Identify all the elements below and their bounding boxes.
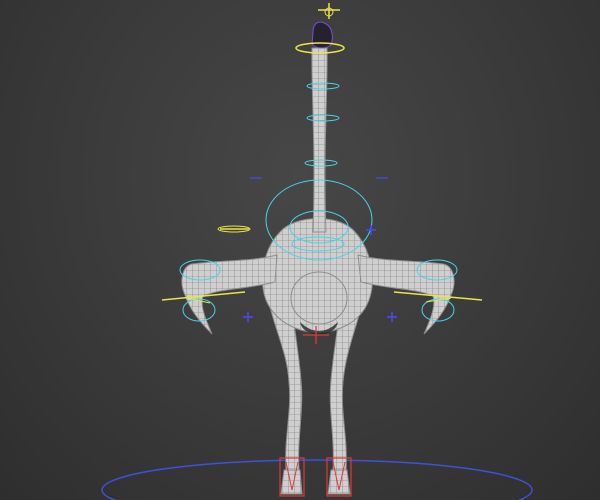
wing-right[interactable] bbox=[357, 254, 455, 335]
world-ground-control[interactable] bbox=[101, 459, 533, 500]
ostrich-rig-scene[interactable] bbox=[0, 0, 600, 500]
wing-left[interactable] bbox=[181, 254, 278, 335]
head-locator[interactable] bbox=[318, 3, 340, 19]
ostrich-body[interactable] bbox=[262, 218, 373, 336]
ostrich-neck[interactable] bbox=[311, 47, 328, 233]
3d-viewport[interactable] bbox=[0, 0, 600, 500]
